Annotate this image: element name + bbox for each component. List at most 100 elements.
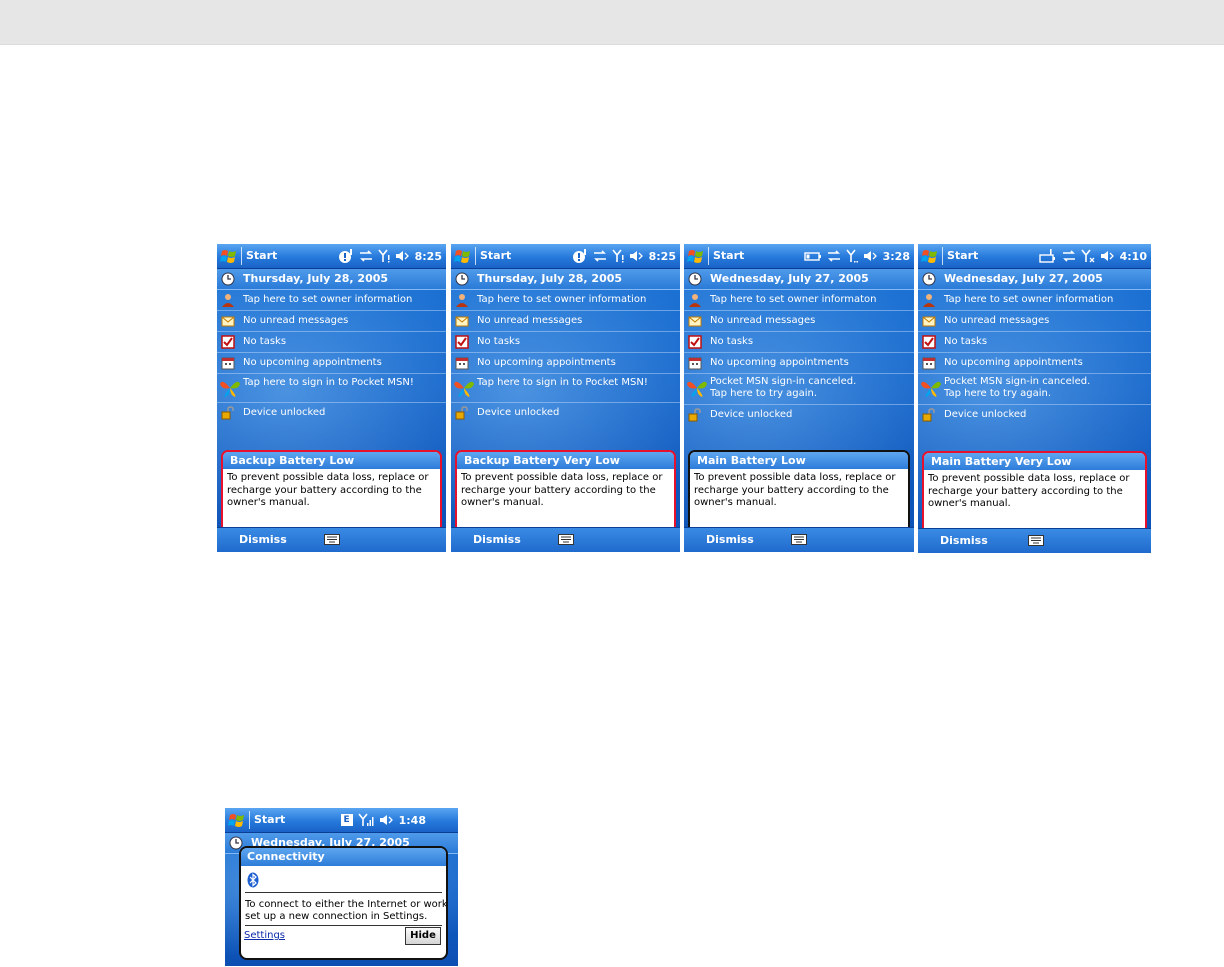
- clock-icon: [922, 272, 936, 286]
- speaker-muted-icon[interactable]: [379, 814, 393, 826]
- start-menu-label[interactable]: Start: [480, 249, 511, 262]
- clock[interactable]: 4:10: [1120, 250, 1147, 263]
- notification-line: recharge your battery according to the: [227, 484, 422, 496]
- windows-flag-icon[interactable]: [220, 247, 238, 265]
- start-menu-label[interactable]: Start: [246, 249, 277, 262]
- appointments-row[interactable]: No upcoming appointments: [217, 353, 446, 374]
- pocketpc-screen-connectivity: Start E 1:48 Wednesday, July 27, 2005 Co…: [225, 808, 458, 966]
- task-checkbox-icon: [922, 335, 936, 349]
- soft-key-bar: Dismiss: [451, 527, 680, 552]
- popup-divider: [245, 892, 442, 893]
- soft-key-bar: Dismiss: [217, 527, 446, 552]
- title-bar: Start E 1:48: [225, 808, 458, 833]
- messages-text: No unread messages: [243, 315, 349, 326]
- start-menu-label[interactable]: Start: [947, 249, 978, 262]
- clock[interactable]: 1:48: [399, 814, 426, 827]
- owner-row[interactable]: Tap here to set owner informaton: [684, 290, 914, 311]
- tasks-row[interactable]: No tasks: [684, 332, 914, 353]
- owner-row[interactable]: Tap here to set owner information: [217, 290, 446, 311]
- speaker-muted-icon[interactable]: [1100, 250, 1114, 262]
- messages-text: No unread messages: [710, 315, 816, 326]
- popup-divider: [245, 925, 442, 926]
- sync-arrows-icon[interactable]: [1062, 250, 1076, 262]
- alarm-notification-icon[interactable]: [338, 248, 354, 264]
- bluetooth-icon[interactable]: [247, 872, 259, 888]
- keyboard-icon[interactable]: [558, 534, 574, 545]
- appointments-row[interactable]: No upcoming appointments: [684, 353, 914, 374]
- settings-link[interactable]: Settings: [244, 930, 285, 941]
- msn-row[interactable]: Pocket MSN sign-in canceled. Tap here to…: [918, 374, 1151, 405]
- appointments-text: No upcoming appointments: [944, 357, 1083, 368]
- msn-row[interactable]: Tap here to sign in to Pocket MSN!: [217, 374, 446, 403]
- sync-arrows-icon[interactable]: [827, 250, 841, 262]
- messages-row[interactable]: No unread messages: [684, 311, 914, 332]
- date-row[interactable]: Thursday, July 28, 2005: [451, 269, 680, 290]
- messages-row[interactable]: No unread messages: [217, 311, 446, 332]
- msn-row[interactable]: Tap here to sign in to Pocket MSN!: [451, 374, 680, 403]
- clock[interactable]: 8:25: [415, 250, 442, 263]
- appointments-row[interactable]: No upcoming appointments: [918, 353, 1151, 374]
- speaker-muted-icon[interactable]: [395, 250, 409, 262]
- messages-row[interactable]: No unread messages: [451, 311, 680, 332]
- signal-antenna-icon[interactable]: [846, 249, 858, 263]
- appointments-row[interactable]: No upcoming appointments: [451, 353, 680, 374]
- notification-line: owner's manual.: [227, 497, 310, 508]
- dismiss-button[interactable]: Dismiss: [706, 533, 754, 546]
- start-menu-label[interactable]: Start: [254, 813, 285, 826]
- device-row[interactable]: Device unlocked: [217, 403, 446, 423]
- msn-row[interactable]: Pocket MSN sign-in canceled. Tap here to…: [684, 374, 914, 405]
- date-row[interactable]: Wednesday, July 27, 2005: [918, 269, 1151, 290]
- sync-arrows-icon[interactable]: [359, 250, 373, 262]
- notification-line: recharge your battery according to the: [694, 484, 889, 496]
- signal-antenna-icon[interactable]: [378, 249, 390, 263]
- date-text: Thursday, July 28, 2005: [243, 272, 389, 285]
- edge-data-badge[interactable]: E: [340, 814, 353, 826]
- messages-row[interactable]: No unread messages: [918, 311, 1151, 332]
- notification-line: owner's manual.: [928, 498, 1011, 509]
- keyboard-icon[interactable]: [1028, 535, 1044, 546]
- dismiss-button[interactable]: Dismiss: [473, 533, 521, 546]
- date-row[interactable]: Thursday, July 28, 2005: [217, 269, 446, 290]
- owner-person-icon: [689, 294, 701, 307]
- owner-person-icon: [456, 294, 468, 307]
- tasks-row[interactable]: No tasks: [451, 332, 680, 353]
- dismiss-button[interactable]: Dismiss: [239, 533, 287, 546]
- start-menu-label[interactable]: Start: [713, 249, 744, 262]
- battery-low-icon[interactable]: [803, 250, 822, 262]
- windows-flag-icon[interactable]: [687, 247, 705, 265]
- alarm-notification-icon[interactable]: [572, 248, 588, 264]
- speaker-muted-icon[interactable]: [863, 250, 877, 262]
- battery-very-low-icon[interactable]: [1038, 249, 1057, 263]
- signal-antenna-icon[interactable]: [612, 249, 624, 263]
- signal-strength-icon[interactable]: [358, 813, 374, 827]
- speaker-muted-icon[interactable]: [629, 250, 643, 262]
- hide-button[interactable]: Hide: [405, 927, 441, 945]
- tasks-text: No tasks: [477, 336, 521, 347]
- sync-arrows-icon[interactable]: [593, 250, 607, 262]
- tasks-row[interactable]: No tasks: [918, 332, 1151, 353]
- tasks-row[interactable]: No tasks: [217, 332, 446, 353]
- clock[interactable]: 3:28: [883, 250, 910, 263]
- windows-flag-icon[interactable]: [454, 247, 472, 265]
- windows-flag-icon[interactable]: [921, 247, 939, 265]
- owner-row[interactable]: Tap here to set owner information: [451, 290, 680, 311]
- title-separator: [241, 247, 242, 265]
- notification-line: To prevent possible data loss, replace o…: [461, 472, 663, 483]
- keyboard-icon[interactable]: [791, 534, 807, 545]
- keyboard-icon[interactable]: [324, 534, 340, 545]
- device-row[interactable]: Device unlocked: [684, 405, 914, 425]
- dismiss-button[interactable]: Dismiss: [940, 534, 988, 547]
- padlock-icon: [688, 408, 701, 422]
- signal-off-icon[interactable]: [1081, 249, 1095, 263]
- padlock-icon: [455, 406, 468, 420]
- date-row[interactable]: Wednesday, July 27, 2005: [684, 269, 914, 290]
- task-checkbox-icon: [688, 335, 702, 349]
- notification-bubble: Main Battery Low To prevent possible dat…: [688, 450, 910, 534]
- owner-row[interactable]: Tap here to set owner information: [918, 290, 1151, 311]
- clock[interactable]: 8:25: [649, 250, 676, 263]
- notification-title: Backup Battery Low: [223, 452, 440, 469]
- windows-flag-icon[interactable]: [228, 811, 246, 829]
- device-row[interactable]: Device unlocked: [451, 403, 680, 423]
- appointments-text: No upcoming appointments: [710, 357, 849, 368]
- device-row[interactable]: Device unlocked: [918, 405, 1151, 425]
